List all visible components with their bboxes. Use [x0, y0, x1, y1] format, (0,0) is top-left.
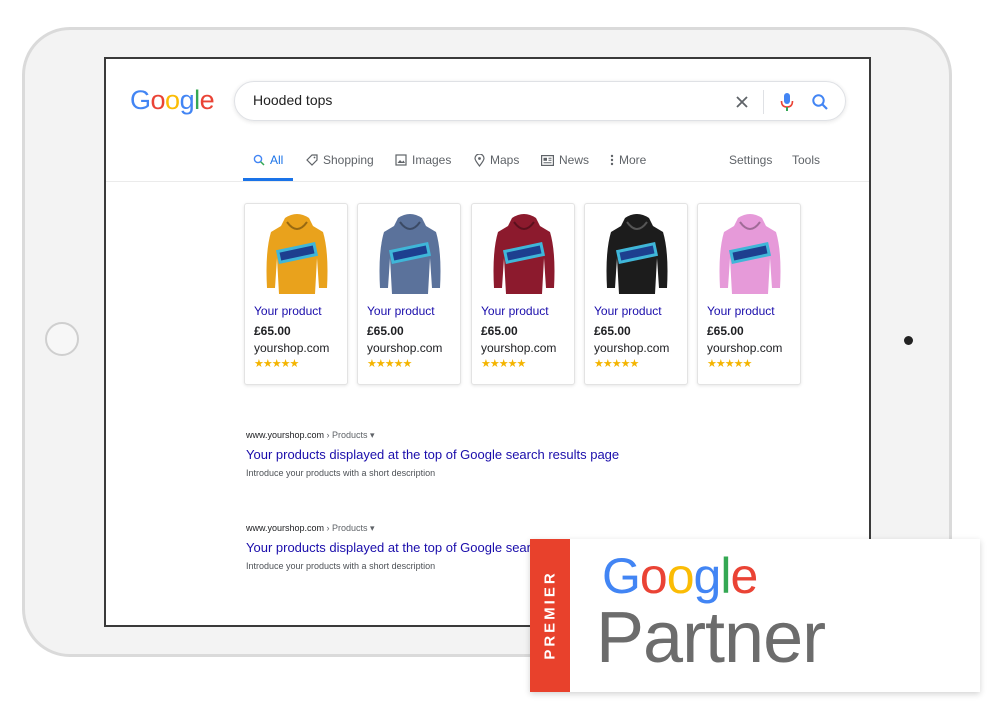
tag-icon: [306, 154, 318, 166]
search-box[interactable]: Hooded tops: [234, 81, 846, 121]
product-rating: ★★★★★: [481, 358, 526, 370]
tab-label: More: [619, 153, 647, 167]
product-price: £65.00: [254, 324, 291, 338]
tab-news[interactable]: News: [541, 153, 589, 167]
result-url[interactable]: www.yourshop.com › Products ▾: [246, 523, 619, 534]
search-divider: [763, 90, 764, 114]
tab-shopping[interactable]: Shopping: [306, 153, 374, 167]
tab-label: Images: [412, 153, 452, 167]
partner-label: Partner: [596, 598, 826, 678]
product-name[interactable]: Your product: [254, 304, 322, 318]
google-logo[interactable]: Google: [130, 85, 215, 116]
result-title[interactable]: Your products displayed at the top of Go…: [246, 447, 619, 462]
logo-letter: o: [150, 85, 166, 115]
result-breadcrumb: › Products ▾: [326, 430, 375, 440]
product-name[interactable]: Your product: [481, 304, 549, 318]
image-icon: [395, 154, 407, 166]
active-tab-indicator: [243, 178, 293, 181]
product-card[interactable]: Your product £65.00 yourshop.com ★★★★★: [584, 203, 688, 385]
hoodie-image: [493, 214, 555, 294]
product-rating: ★★★★★: [367, 358, 412, 370]
product-name[interactable]: Your product: [707, 304, 775, 318]
mic-icon[interactable]: [780, 92, 794, 112]
result-url[interactable]: www.yourshop.com › Products ▾: [246, 430, 619, 441]
product-card[interactable]: Your product £65.00 yourshop.com ★★★★★: [471, 203, 575, 385]
tab-all[interactable]: All: [253, 153, 283, 167]
search-query[interactable]: Hooded tops: [253, 92, 332, 108]
hoodie-image: [719, 214, 781, 294]
product-card[interactable]: Your product £65.00 yourshop.com ★★★★★: [244, 203, 348, 385]
product-shop: yourshop.com: [367, 341, 443, 355]
result-description: Introduce your products with a short des…: [246, 468, 436, 478]
product-name[interactable]: Your product: [594, 304, 662, 318]
search-icon: [253, 154, 265, 166]
tab-maps[interactable]: Maps: [474, 153, 519, 167]
product-shop: yourshop.com: [707, 341, 783, 355]
logo-letter: e: [199, 85, 215, 115]
product-shop: yourshop.com: [254, 341, 330, 355]
product-price: £65.00: [481, 324, 518, 338]
tab-label: Maps: [490, 153, 520, 167]
search-result: www.yourshop.com › Products ▾ Your produ…: [246, 430, 619, 478]
close-icon[interactable]: [735, 95, 749, 109]
search-icon[interactable]: [811, 93, 829, 111]
logo-letter: e: [730, 548, 758, 604]
product-name[interactable]: Your product: [367, 304, 435, 318]
logo-letter: o: [666, 548, 695, 604]
product-rating: ★★★★★: [707, 358, 752, 370]
product-card[interactable]: Your product £65.00 yourshop.com ★★★★★: [697, 203, 801, 385]
tools-link[interactable]: Tools: [792, 153, 820, 167]
logo-letter: g: [179, 85, 195, 115]
product-price: £65.00: [367, 324, 404, 338]
google-partner-badge: PREMIER Google Partner: [530, 539, 980, 692]
hoodie-image: [379, 214, 441, 294]
tab-label: News: [559, 153, 590, 167]
product-rating: ★★★★★: [254, 358, 299, 370]
location-pin-icon: [474, 153, 485, 167]
product-price: £65.00: [594, 324, 631, 338]
tab-label: Shopping: [323, 153, 374, 167]
tab-more[interactable]: More: [610, 153, 646, 167]
logo-letter: o: [165, 85, 180, 115]
product-shop: yourshop.com: [594, 341, 670, 355]
logo-letter: G: [130, 85, 151, 115]
logo-letter: g: [693, 548, 722, 604]
premier-label: PREMIER: [541, 570, 559, 660]
result-breadcrumb: › Products ▾: [326, 523, 375, 533]
product-price: £65.00: [707, 324, 744, 338]
search-tabs: All Shopping Images Maps News More Setti…: [106, 151, 869, 182]
settings-link[interactable]: Settings: [729, 153, 772, 167]
news-icon: [541, 154, 554, 166]
premier-ribbon: PREMIER: [530, 539, 570, 692]
product-rating: ★★★★★: [594, 358, 639, 370]
tab-label: All: [270, 153, 284, 167]
hoodie-image: [266, 214, 328, 294]
product-shop: yourshop.com: [481, 341, 557, 355]
tablet-camera: [904, 336, 913, 345]
hoodie-image: [606, 214, 668, 294]
tab-images[interactable]: Images: [395, 153, 451, 167]
tablet-home-button: [45, 322, 79, 356]
more-vert-icon: [610, 154, 614, 166]
product-card[interactable]: Your product £65.00 yourshop.com ★★★★★: [357, 203, 461, 385]
logo-letter: o: [639, 548, 668, 604]
logo-letter: l: [720, 548, 731, 604]
logo-letter: G: [602, 548, 641, 604]
